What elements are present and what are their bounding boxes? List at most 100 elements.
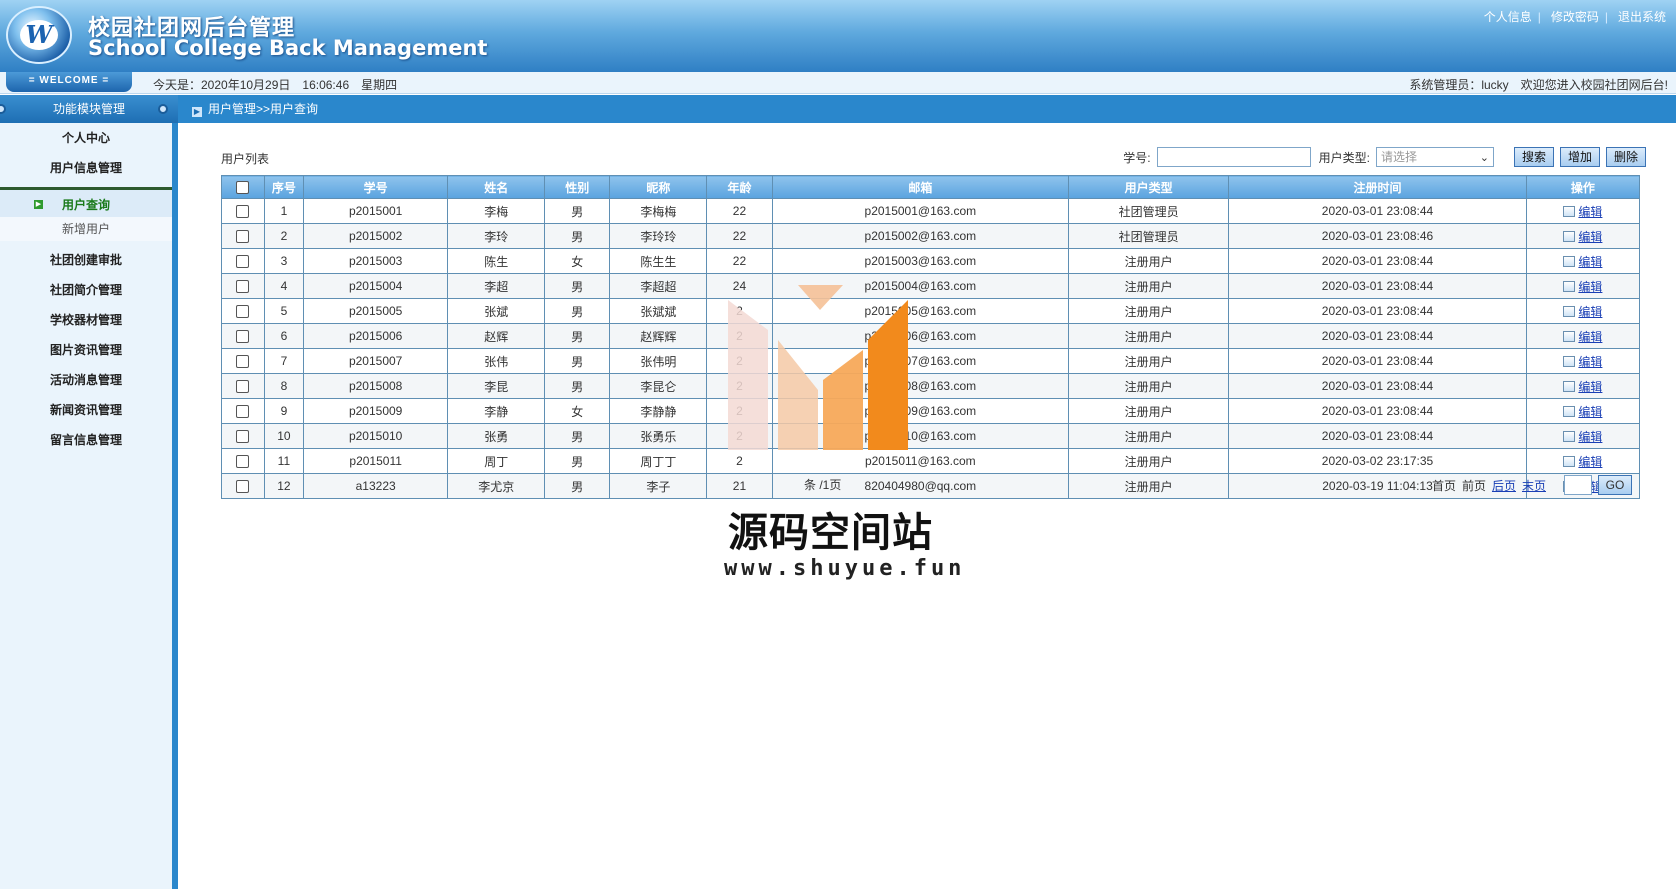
top-header: W 校园社团网后台管理 School College Back Manageme…	[0, 0, 1676, 72]
sidebar-item-personal-center[interactable]: 个人中心	[0, 123, 172, 153]
sidebar-item-news[interactable]: 新闻资讯管理	[0, 395, 172, 425]
row-checkbox[interactable]	[236, 205, 250, 219]
change-password-link[interactable]: 修改密码	[1551, 10, 1599, 24]
sidebar-item-messages[interactable]: 留言信息管理	[0, 425, 172, 455]
table-cell: 李超超	[609, 273, 708, 299]
table-row: 7 p2015007 张伟男张伟明 2 p2015007@163.com 注册用户 2020…	[221, 348, 1641, 374]
sidebar-item-equipment[interactable]: 学校器材管理	[0, 305, 172, 335]
student-no-input[interactable]	[1156, 147, 1311, 167]
row-checkbox[interactable]	[236, 280, 250, 294]
time-label: 16:06:46	[302, 78, 350, 92]
edit-link[interactable]: 编辑	[1578, 280, 1602, 294]
row-checkbox[interactable]	[236, 305, 250, 319]
row-checkbox[interactable]	[236, 355, 250, 369]
table-cell: p2015004@163.com	[771, 273, 1070, 299]
edit-icon[interactable]	[1563, 405, 1576, 417]
row-actions: 编辑	[1525, 248, 1641, 274]
profile-link[interactable]: 个人信息	[1484, 10, 1532, 24]
row-checkbox[interactable]	[236, 455, 250, 469]
edit-link[interactable]: 编辑	[1578, 205, 1602, 219]
user-type-select[interactable]: 请选择 ⌄	[1375, 147, 1494, 167]
table-cell: 李昆仑	[609, 373, 708, 399]
row-actions: 编辑	[1525, 373, 1641, 399]
edit-link[interactable]: 编辑	[1578, 355, 1602, 369]
table-cell: 2020-03-01 23:08:44	[1228, 273, 1527, 299]
table-cell: 李静静	[609, 398, 708, 424]
edit-link[interactable]: 编辑	[1578, 455, 1602, 469]
page-number-input[interactable]	[1564, 475, 1592, 495]
select-all-checkbox[interactable]	[236, 181, 250, 195]
edit-icon[interactable]	[1563, 430, 1576, 442]
table-cell: 李玲	[447, 223, 546, 249]
edit-icon[interactable]	[1563, 205, 1576, 217]
table-cell: 11	[263, 448, 305, 474]
table-cell: 周丁丁	[609, 448, 708, 474]
table-row: 11 p2015011 周丁男周丁丁 2 p2015011@163.com 注册用户 202…	[221, 448, 1641, 474]
edit-icon[interactable]	[1563, 330, 1576, 342]
row-actions: 编辑	[1525, 398, 1641, 424]
table-row: 2 p2015002 李玲男李玲玲 22 p2015002@163.com 社团管理员 20…	[221, 223, 1641, 249]
edit-icon[interactable]	[1563, 455, 1576, 467]
table-cell: 陈生	[447, 248, 546, 274]
welcome-message: 欢迎您进入校园社团网后台!	[1520, 78, 1668, 92]
sidebar-item-club-approval[interactable]: 社团创建审批	[0, 245, 172, 275]
sidebar-item-add-user[interactable]: 新增用户	[0, 217, 172, 241]
row-checkbox[interactable]	[236, 255, 250, 269]
edit-icon[interactable]	[1563, 380, 1576, 392]
row-select-cell	[221, 448, 265, 474]
table-cell: 2	[706, 348, 773, 374]
edit-link[interactable]: 编辑	[1578, 330, 1602, 344]
table-cell: 陈生生	[609, 248, 708, 274]
list-title: 用户列表	[221, 152, 270, 166]
active-arrow-icon: ▶	[34, 200, 43, 209]
app-title-en: School College Back Management	[88, 36, 488, 60]
edit-icon[interactable]	[1563, 230, 1576, 242]
row-checkbox[interactable]	[236, 380, 250, 394]
add-button[interactable]: 增加	[1559, 147, 1600, 167]
go-button[interactable]: GO	[1598, 475, 1632, 495]
delete-button[interactable]: 删除	[1605, 147, 1646, 167]
top-links: 个人信息 | 修改密码 | 退出系统	[1483, 10, 1666, 24]
row-checkbox[interactable]	[236, 330, 250, 344]
table-cell: 22	[706, 248, 773, 274]
row-checkbox[interactable]	[236, 230, 250, 244]
table-cell: 张伟明	[609, 348, 708, 374]
edit-link[interactable]: 编辑	[1578, 430, 1602, 444]
sidebar-item-user-query[interactable]: ▶ 用户查询	[0, 187, 172, 217]
sidebar-item-image-news[interactable]: 图片资讯管理	[0, 335, 172, 365]
sidebar-item-club-intro[interactable]: 社团简介管理	[0, 275, 172, 305]
table-cell: 李超	[447, 273, 546, 299]
table-cell: 男	[544, 448, 611, 474]
select-all-header	[221, 175, 265, 199]
edit-icon[interactable]	[1563, 280, 1576, 292]
edit-link[interactable]: 编辑	[1578, 255, 1602, 269]
table-cell: 12	[263, 473, 305, 499]
edit-icon[interactable]	[1563, 305, 1576, 317]
column-header: 用户类型	[1068, 175, 1230, 199]
table-cell: 2020-03-01 23:08:44	[1228, 198, 1527, 224]
row-checkbox[interactable]	[236, 480, 250, 494]
edit-link[interactable]: 编辑	[1578, 380, 1602, 394]
edit-icon[interactable]	[1563, 255, 1576, 267]
edit-link[interactable]: 编辑	[1578, 405, 1602, 419]
table-cell: p2015003	[303, 248, 449, 274]
edit-icon[interactable]	[1563, 355, 1576, 367]
table-cell: p2015008@163.com	[771, 373, 1070, 399]
table-cell: p2015004	[303, 273, 449, 299]
logout-link[interactable]: 退出系统	[1618, 10, 1666, 24]
table-cell: 李子	[609, 473, 708, 499]
table-cell: 赵辉	[447, 323, 546, 349]
sidebar-item-user-info[interactable]: 用户信息管理	[0, 153, 172, 183]
next-page-link[interactable]: 后页	[1492, 477, 1516, 494]
table-row: 10 p2015010 张勇男张勇乐 2 p2015010@163.com 注册用户 202…	[221, 423, 1641, 449]
table-cell: 注册用户	[1068, 448, 1230, 474]
edit-link[interactable]: 编辑	[1578, 305, 1602, 319]
edit-link[interactable]: 编辑	[1578, 230, 1602, 244]
table-cell: 张勇乐	[609, 423, 708, 449]
last-page-link[interactable]: 末页	[1522, 477, 1546, 494]
table-cell: 注册用户	[1068, 348, 1230, 374]
search-button[interactable]: 搜索	[1513, 147, 1554, 167]
sidebar-item-activity[interactable]: 活动消息管理	[0, 365, 172, 395]
row-checkbox[interactable]	[236, 405, 250, 419]
row-checkbox[interactable]	[236, 430, 250, 444]
